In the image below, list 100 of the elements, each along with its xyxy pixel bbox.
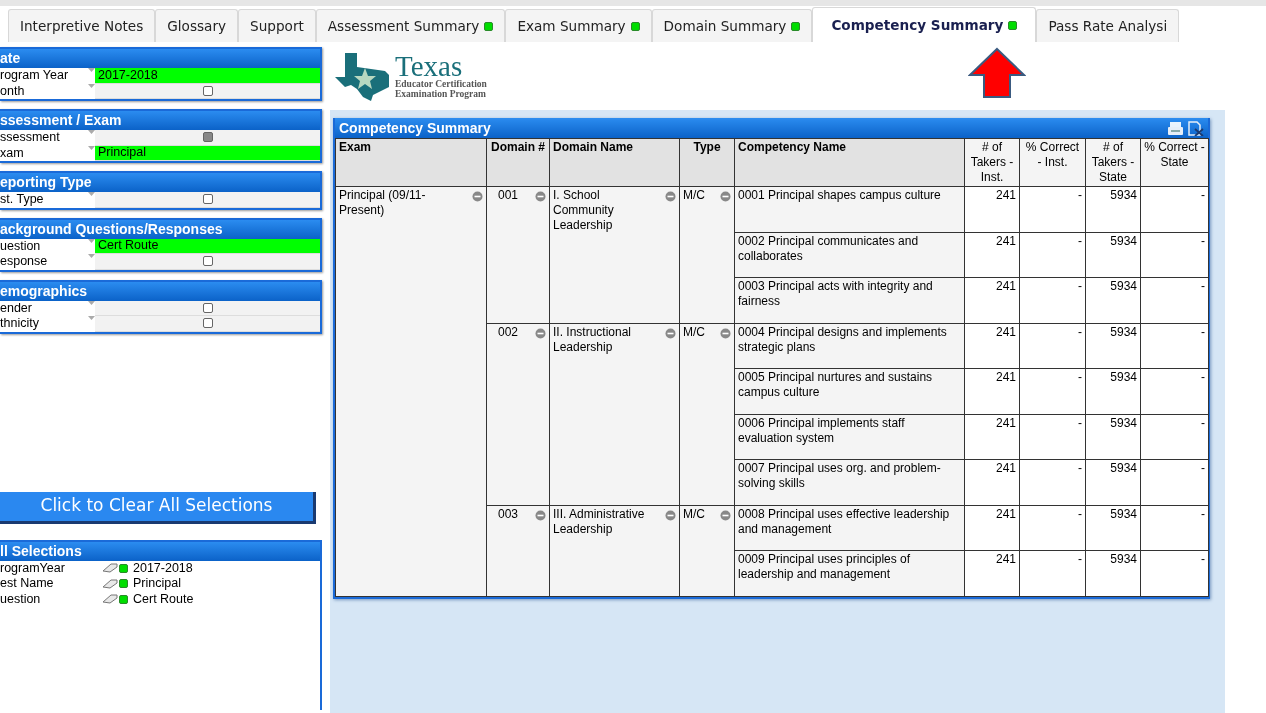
- field-label: ssessment: [0, 130, 61, 146]
- table-cell-text: II. Instructional Leadership: [553, 324, 633, 355]
- export-icon[interactable]: [1187, 120, 1204, 136]
- column-header: % Correct - Inst.: [1019, 138, 1086, 187]
- collapse-icon[interactable]: [665, 509, 676, 521]
- panel-header: ssessment / Exam: [0, 111, 320, 130]
- table-cell: -: [1140, 368, 1209, 414]
- table-cell: -: [1019, 550, 1086, 596]
- tab[interactable]: Glossary: [155, 9, 239, 42]
- printer-icon[interactable]: [1167, 120, 1184, 136]
- tab[interactable]: Interpretive Notes: [8, 9, 156, 42]
- field-label: xam: [0, 145, 25, 161]
- table-cell: 241: [964, 232, 1020, 278]
- tab[interactable]: Competency Summary: [812, 7, 1037, 42]
- table-cell: 5934: [1085, 414, 1141, 460]
- table-cell: -: [1019, 232, 1086, 278]
- checkbox[interactable]: [202, 256, 213, 267]
- table-cell: 0005 Principal nurtures and sustains campus culture: [734, 368, 965, 414]
- table-cell: 241: [964, 368, 1020, 414]
- collapse-icon[interactable]: [535, 509, 546, 521]
- column-header: # of Takers - Inst.: [964, 138, 1020, 187]
- table-cell: 241: [964, 550, 1020, 596]
- tab[interactable]: Exam Summary: [505, 9, 652, 42]
- collapse-icon[interactable]: [665, 191, 676, 202]
- panel-header: ll Selections: [0, 541, 320, 561]
- table-cell: -: [1019, 459, 1086, 505]
- eraser-icon[interactable]: [102, 594, 118, 605]
- logo-subtitle: Examination Program: [395, 89, 487, 99]
- field-label: thnicity: [0, 316, 40, 332]
- checkbox[interactable]: [202, 194, 213, 205]
- field-label: rogramYear: [0, 559, 66, 577]
- selection-value: 2017-2018: [133, 559, 193, 577]
- field-label: est Name: [0, 575, 55, 593]
- panel-header: eporting Type: [0, 173, 320, 192]
- table-cell: -: [1019, 414, 1086, 460]
- collapse-icon[interactable]: [535, 191, 546, 202]
- table-cell: -: [1019, 505, 1086, 551]
- field-label: ender: [0, 300, 33, 316]
- table-cell: 241: [964, 277, 1020, 323]
- table-cell: 5934: [1085, 232, 1141, 278]
- table-cell: 241: [964, 323, 1020, 369]
- table-cell: 5934: [1085, 323, 1141, 369]
- tab[interactable]: Support: [238, 9, 316, 42]
- logo-title: Texas: [395, 53, 463, 79]
- table-cell: M/C: [683, 324, 705, 340]
- tab[interactable]: Pass Rate Analysi: [1036, 9, 1180, 42]
- field-label: uestion: [0, 590, 42, 608]
- collapse-icon[interactable]: [720, 327, 731, 339]
- checkbox[interactable]: [202, 318, 213, 329]
- table-cell: 5934: [1085, 550, 1141, 596]
- eraser-icon[interactable]: [102, 578, 118, 589]
- table-cell: 0006 Principal implements staff evaluation system: [734, 414, 965, 460]
- table-cell: -: [1019, 323, 1086, 369]
- table-cell: 001: [498, 188, 519, 203]
- collapse-icon[interactable]: [535, 327, 546, 339]
- table-cell: -: [1019, 368, 1086, 414]
- clear-button[interactable]: Click to Clear All Selections: [0, 491, 316, 524]
- table-cell: 0008 Principal uses effective leadership and management: [734, 505, 965, 551]
- field-label: onth: [0, 83, 26, 99]
- table-cell-text: Principal (09/11-Present): [339, 188, 427, 218]
- selection-value: Cert Route: [133, 590, 194, 608]
- table-cell: -: [1140, 232, 1209, 278]
- table-cell: -: [1140, 323, 1209, 369]
- table-cell: 241: [964, 186, 1020, 232]
- table-cell: -: [1140, 505, 1209, 551]
- column-header: Competency Name: [734, 138, 965, 187]
- collapse-icon[interactable]: [665, 327, 676, 339]
- column-header: Type: [679, 138, 735, 187]
- selection-value: Principal: [133, 575, 181, 593]
- table-cell: -: [1140, 186, 1209, 232]
- collapse-icon[interactable]: [720, 509, 731, 521]
- table-cell: 5934: [1085, 277, 1141, 323]
- table-cell: 241: [964, 459, 1020, 505]
- panel-header: ackground Questions/Responses: [0, 219, 320, 239]
- column-header: Domain Name: [549, 138, 680, 187]
- panel-header: ate: [0, 49, 320, 68]
- table-cell: 5934: [1085, 186, 1141, 232]
- panel-title: Competency Summary: [339, 118, 491, 138]
- tab[interactable]: Assessment Summary: [315, 9, 506, 42]
- table-cell: -: [1140, 277, 1209, 323]
- table-cell: 5934: [1085, 459, 1141, 505]
- field-label: rogram Year: [0, 68, 70, 84]
- table-cell: M/C: [683, 188, 705, 203]
- tab[interactable]: Domain Summary: [651, 9, 813, 42]
- table-cell: -: [1140, 459, 1209, 505]
- checkbox[interactable]: [202, 132, 213, 143]
- checkbox[interactable]: [202, 302, 213, 313]
- arrow-icon: [968, 47, 1026, 99]
- texas-map-icon: [335, 51, 391, 101]
- checkbox[interactable]: [202, 85, 213, 96]
- field-value[interactable]: 2017-2018: [95, 68, 320, 84]
- collapse-icon[interactable]: [472, 191, 483, 202]
- table-cell: 241: [964, 505, 1020, 551]
- table-cell: -: [1140, 414, 1209, 460]
- eraser-icon[interactable]: [102, 563, 118, 574]
- collapse-icon[interactable]: [720, 191, 731, 202]
- table-cell: M/C: [683, 506, 705, 522]
- field-label: uestion: [0, 238, 42, 254]
- table-cell-text: III. Administrative Leadership: [553, 506, 646, 537]
- column-header: # of Takers - State: [1085, 138, 1141, 187]
